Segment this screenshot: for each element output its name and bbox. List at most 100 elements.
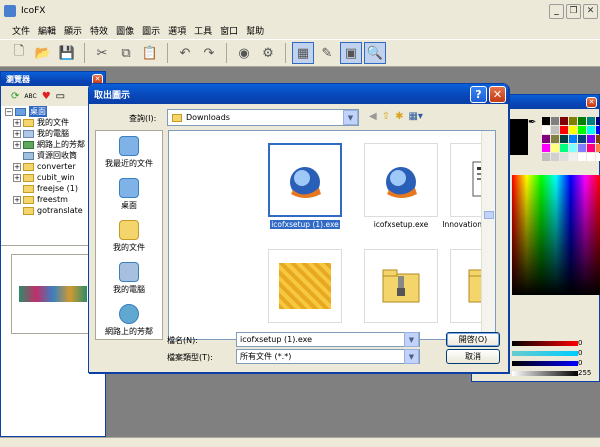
green-slider[interactable] bbox=[512, 351, 578, 356]
minimize-button[interactable]: _ bbox=[549, 3, 564, 19]
palette-color-swatch[interactable] bbox=[596, 153, 600, 161]
current-color-swatch[interactable] bbox=[508, 119, 528, 155]
palette-color-swatch[interactable] bbox=[596, 117, 600, 125]
palette-color-swatch[interactable] bbox=[542, 144, 550, 152]
palette-color-swatch[interactable] bbox=[596, 126, 600, 134]
color-spectrum[interactable] bbox=[512, 175, 600, 295]
palette-color-swatch[interactable] bbox=[587, 117, 595, 125]
palette-color-swatch[interactable] bbox=[587, 135, 595, 143]
menu-icon[interactable]: 圖示 bbox=[138, 24, 164, 37]
file-item[interactable]: icofxsetup.exe bbox=[353, 143, 449, 243]
place-my-computer[interactable]: 我的電腦 bbox=[96, 257, 162, 299]
help-button[interactable]: ? bbox=[470, 85, 487, 103]
menu-edit[interactable]: 編輯 bbox=[34, 24, 60, 37]
palette-color-swatch[interactable] bbox=[578, 153, 586, 161]
undo-icon[interactable]: ↶ bbox=[174, 42, 196, 64]
close-button[interactable]: ✕ bbox=[583, 3, 598, 19]
palette-color-swatch[interactable] bbox=[578, 135, 586, 143]
restore-button[interactable]: ❐ bbox=[566, 3, 581, 19]
palette-color-swatch[interactable] bbox=[542, 117, 550, 125]
scrollbar-thumb[interactable] bbox=[484, 211, 494, 219]
menu-effects[interactable]: 特效 bbox=[86, 24, 112, 37]
palette-color-swatch[interactable] bbox=[560, 126, 568, 134]
heart-icon[interactable]: ♥ bbox=[42, 91, 51, 102]
palette-color-swatch[interactable] bbox=[560, 144, 568, 152]
file-item[interactable] bbox=[257, 249, 353, 339]
filename-field[interactable]: icofxsetup (1).exe ▼ bbox=[236, 332, 420, 347]
menu-tools[interactable]: 工具 bbox=[190, 24, 216, 37]
palette-color-swatch[interactable] bbox=[569, 144, 577, 152]
grid-toggle-icon[interactable]: ▣ bbox=[340, 42, 362, 64]
open-button[interactable]: 開啓(O) bbox=[446, 332, 500, 347]
chevron-down-icon[interactable]: ▼ bbox=[343, 110, 358, 125]
menu-help[interactable]: 幫助 bbox=[242, 24, 268, 37]
palette-color-swatch[interactable] bbox=[569, 117, 577, 125]
file-list-scrollbar[interactable] bbox=[481, 131, 495, 339]
palette-color-swatch[interactable] bbox=[542, 135, 550, 143]
settings-icon[interactable]: ⚙ bbox=[257, 42, 279, 64]
panel-icon[interactable]: ▭ bbox=[56, 91, 65, 102]
palette-color-swatch[interactable] bbox=[560, 117, 568, 125]
palette-color-swatch[interactable] bbox=[578, 117, 586, 125]
new-icon[interactable]: 🗋 bbox=[8, 42, 30, 64]
chevron-down-icon[interactable]: ▼ bbox=[404, 349, 419, 364]
palette-color-swatch[interactable] bbox=[569, 126, 577, 134]
red-slider[interactable] bbox=[512, 341, 578, 346]
palette-color-swatch[interactable] bbox=[578, 144, 586, 152]
palette-color-swatch[interactable] bbox=[551, 135, 559, 143]
browser-toggle-icon[interactable]: ▦ bbox=[292, 42, 314, 64]
menu-file[interactable]: 文件 bbox=[8, 24, 34, 37]
desktop-icon bbox=[119, 177, 139, 198]
extract-icon[interactable]: ◉ bbox=[233, 42, 255, 64]
palette-color-swatch[interactable] bbox=[587, 144, 595, 152]
palette-close-button[interactable]: ✕ bbox=[586, 96, 597, 108]
palette-color-swatch[interactable] bbox=[560, 153, 568, 161]
palette-color-swatch[interactable] bbox=[551, 144, 559, 152]
file-item[interactable]: icofxsetup (1).exe bbox=[257, 143, 353, 243]
palette-color-swatch[interactable] bbox=[569, 135, 577, 143]
up-folder-icon[interactable]: ⇧ bbox=[382, 111, 390, 122]
menu-image[interactable]: 圖像 bbox=[112, 24, 138, 37]
refresh-icon[interactable]: ⟳ bbox=[11, 91, 19, 102]
copy-icon[interactable]: ⧉ bbox=[115, 42, 137, 64]
save-icon[interactable]: 💾 bbox=[56, 42, 78, 64]
new-folder-icon[interactable]: ✱ bbox=[395, 111, 403, 122]
cut-icon[interactable]: ✂ bbox=[91, 42, 113, 64]
palette-color-swatch[interactable] bbox=[596, 135, 600, 143]
palette-color-swatch[interactable] bbox=[578, 126, 586, 134]
palette-color-swatch[interactable] bbox=[542, 153, 550, 161]
palette-color-swatch[interactable] bbox=[569, 153, 577, 161]
palette-color-swatch[interactable] bbox=[587, 126, 595, 134]
look-in-dropdown[interactable]: Downloads ▼ bbox=[167, 109, 359, 126]
blue-slider[interactable] bbox=[512, 361, 578, 366]
cancel-button[interactable]: 取消 bbox=[446, 349, 500, 364]
palette-color-swatch[interactable] bbox=[542, 126, 550, 134]
abc-icon[interactable]: ABC bbox=[24, 93, 36, 100]
palette-color-swatch[interactable] bbox=[587, 153, 595, 161]
dialog-close-button[interactable]: ✕ bbox=[489, 85, 506, 103]
menu-view[interactable]: 顯示 bbox=[60, 24, 86, 37]
file-item[interactable] bbox=[353, 249, 449, 339]
menu-window[interactable]: 窗口 bbox=[216, 24, 242, 37]
filetype-dropdown[interactable]: 所有文件 (*.*) ▼ bbox=[236, 349, 420, 364]
palette-color-swatch[interactable] bbox=[560, 135, 568, 143]
view-menu-icon[interactable]: ▦▾ bbox=[408, 111, 422, 122]
place-desktop[interactable]: 桌面 bbox=[96, 173, 162, 215]
zoom-icon[interactable]: 🔍 bbox=[364, 42, 386, 64]
open-folder-icon[interactable]: 📂 bbox=[32, 42, 54, 64]
palette-color-swatch[interactable] bbox=[596, 144, 600, 152]
place-recent[interactable]: 我最近的文件 bbox=[96, 131, 162, 173]
palette-toggle-icon[interactable]: ✎ bbox=[316, 42, 338, 64]
chevron-down-icon[interactable]: ▼ bbox=[404, 332, 419, 347]
palette-color-swatch[interactable] bbox=[551, 126, 559, 134]
eyedropper-icon[interactable]: ✒ bbox=[528, 117, 536, 128]
menu-options[interactable]: 選項 bbox=[164, 24, 190, 37]
back-icon[interactable]: ◀ bbox=[369, 111, 377, 122]
paste-icon[interactable]: 📋 bbox=[139, 42, 161, 64]
place-network[interactable]: 網路上的芳鄰 bbox=[96, 299, 162, 341]
palette-color-swatch[interactable] bbox=[551, 117, 559, 125]
palette-color-swatch[interactable] bbox=[551, 153, 559, 161]
place-my-documents[interactable]: 我的文件 bbox=[96, 215, 162, 257]
alpha-slider[interactable] bbox=[512, 371, 578, 376]
redo-icon[interactable]: ↷ bbox=[198, 42, 220, 64]
